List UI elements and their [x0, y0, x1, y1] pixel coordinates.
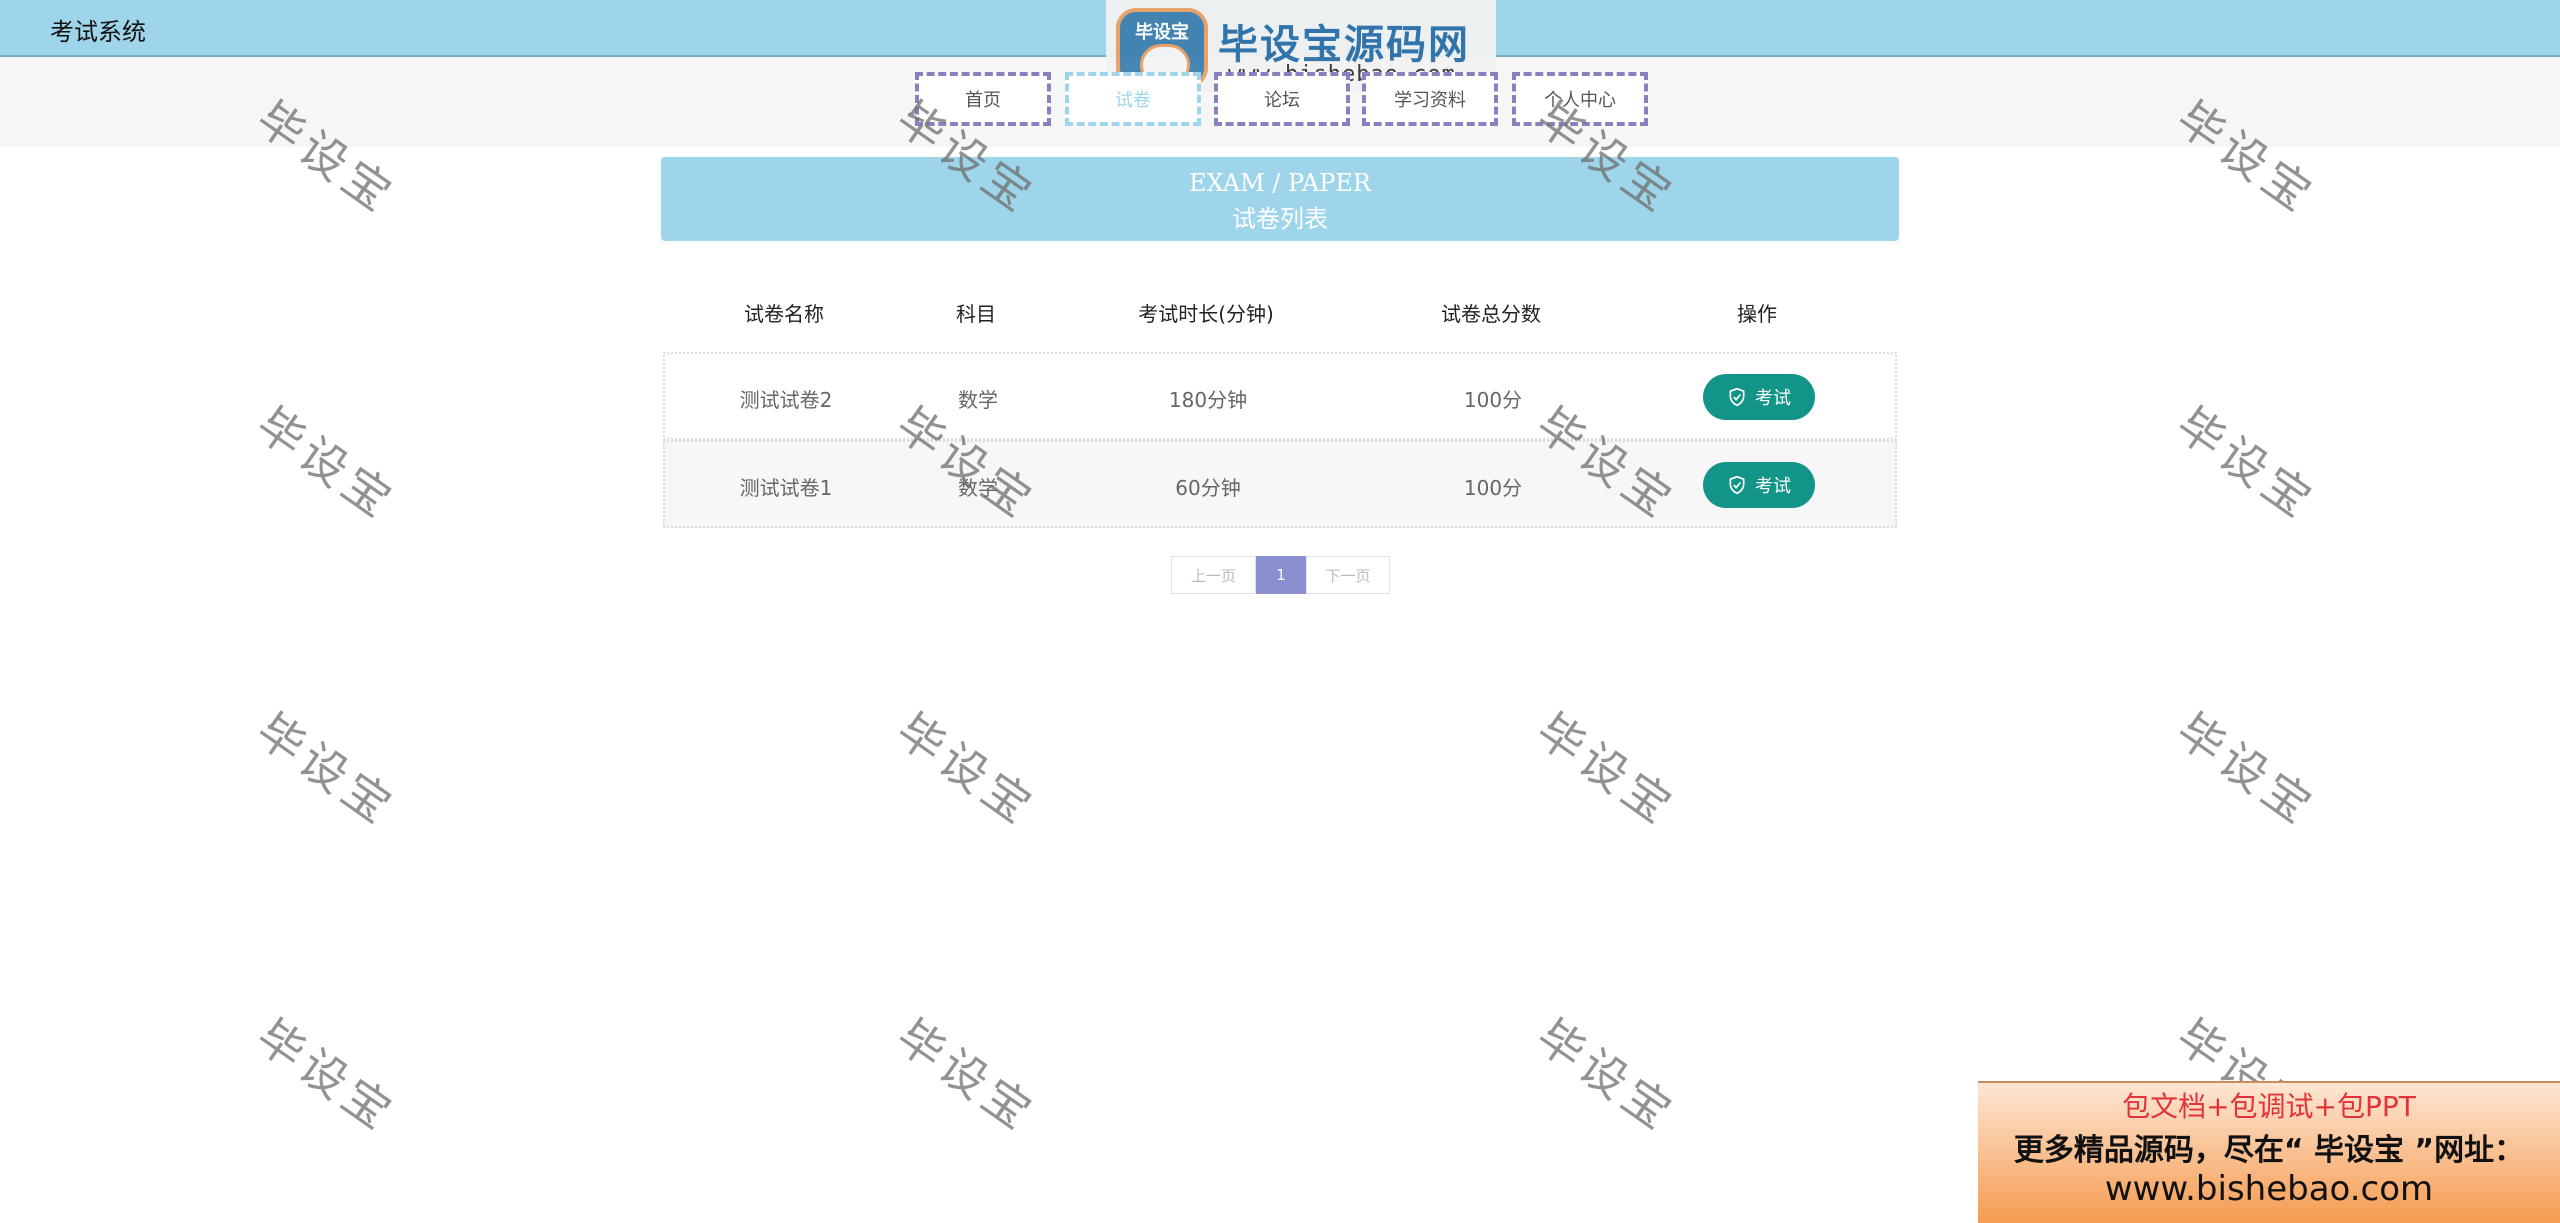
app-title: 考试系统 [50, 18, 146, 46]
paper-score: 100分 [1463, 476, 1523, 500]
banner-title-en: EXAM / PAPER [1188, 169, 1371, 197]
watermark-text: 毕设宝 [886, 702, 1046, 837]
column-header: 试卷总分数 [1441, 302, 1541, 326]
pagination: 上一页 1 下一页 [1171, 556, 1390, 594]
column-header: 考试时长(分钟) [1138, 302, 1274, 326]
logo-badge-text: 毕设宝 [1135, 22, 1189, 43]
promo-line-1: 包文档+包调试+包PPT [2122, 1090, 2416, 1123]
prev-page-button[interactable]: 上一页 [1171, 556, 1256, 594]
watermark-text: 毕设宝 [2166, 396, 2326, 531]
exam-button[interactable]: 考试 [1703, 462, 1815, 508]
watermark-text: 毕设宝 [1526, 1008, 1686, 1143]
watermark-text: 毕设宝 [246, 1008, 406, 1143]
watermark-text: 毕设宝 [1526, 702, 1686, 837]
watermark-text: 毕设宝 [886, 1008, 1046, 1143]
paper-name: 测试试卷2 [739, 388, 833, 412]
nav-profile[interactable]: 个人中心 [1512, 72, 1648, 126]
next-page-button[interactable]: 下一页 [1306, 556, 1390, 594]
exam-button-label: 考试 [1755, 476, 1791, 497]
table-row: 测试试卷2 数学 180分钟 100分 考试 [663, 352, 1897, 440]
page-banner: EXAM / PAPER 试卷列表 [661, 157, 1899, 241]
banner-title-zh: 试卷列表 [1232, 205, 1328, 233]
paper-name: 测试试卷1 [739, 476, 833, 500]
paper-duration: 180分钟 [1168, 388, 1248, 412]
shield-check-icon [1729, 387, 1745, 407]
page-number-button[interactable]: 1 [1256, 556, 1306, 594]
paper-duration: 60分钟 [1175, 476, 1241, 500]
column-header: 操作 [1737, 302, 1777, 326]
exam-button[interactable]: 考试 [1703, 374, 1815, 420]
shield-check-icon [1729, 475, 1745, 495]
nav-forum[interactable]: 论坛 [1214, 72, 1350, 126]
watermark-text: 毕设宝 [246, 702, 406, 837]
exam-button-label: 考试 [1755, 388, 1791, 409]
nav-study-materials[interactable]: 学习资料 [1362, 72, 1498, 126]
watermark-text: 毕设宝 [2166, 702, 2326, 837]
promo-line-2: 更多精品源码，尽在“ 毕设宝 ”网址： [2013, 1133, 2525, 1168]
paper-subject: 数学 [958, 476, 998, 500]
watermark-text: 毕设宝 [246, 396, 406, 531]
table-row: 测试试卷1 数学 60分钟 100分 考试 [663, 440, 1897, 528]
paper-subject: 数学 [958, 388, 998, 412]
nav-home[interactable]: 首页 [915, 72, 1051, 126]
promo-url[interactable]: www.bishebao.com [1978, 1169, 2560, 1209]
column-header: 试卷名称 [744, 302, 824, 326]
column-header: 科目 [956, 302, 996, 326]
promo-banner[interactable]: 包文档+包调试+包PPT 更多精品源码，尽在“ 毕设宝 ”网址： www.bis… [1978, 1081, 2560, 1223]
paper-score: 100分 [1463, 388, 1523, 412]
nav-papers[interactable]: 试卷 [1065, 72, 1201, 126]
table-header: 试卷名称 科目 考试时长(分钟) 试卷总分数 操作 [661, 280, 1899, 340]
